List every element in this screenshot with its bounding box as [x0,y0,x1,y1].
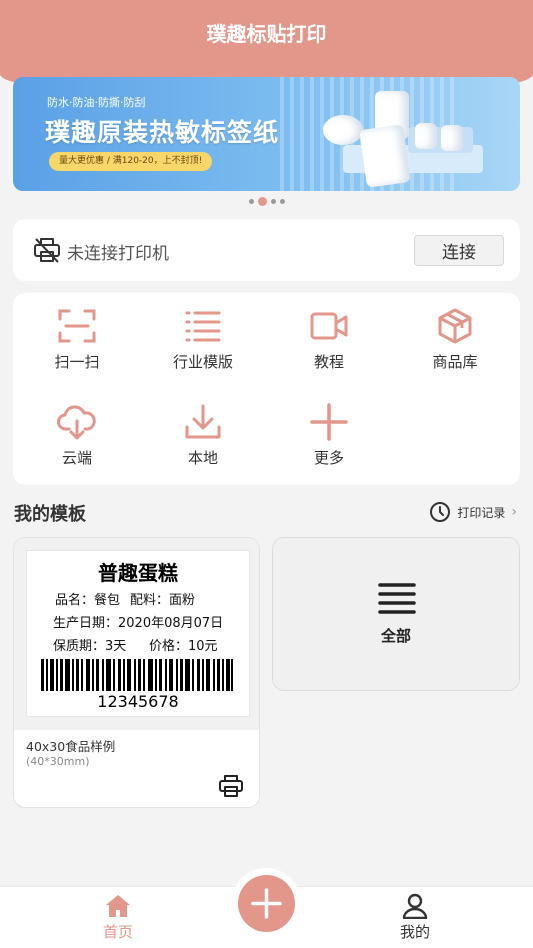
label-roll-image [323,115,363,145]
pagination-dot[interactable] [248,199,254,204]
label-title: 普趣蛋糕 [98,561,178,585]
menu-item-local[interactable]: 本地 [140,403,266,468]
label-preview: 普趣蛋糕 品名：餐包 配料：面粉 生产日期：2020年08月07日 保质期：3天… [26,550,250,717]
menu-item-label: 扫一扫 [54,353,100,371]
menu-item-label: 云端 [61,449,92,467]
label-field-price: 价格：10元 [149,639,218,654]
connect-button[interactable]: 连接 [414,235,504,266]
plus-icon [310,403,348,441]
printer-connection-card: 未连接打印机 连接 [13,219,520,281]
label-roll-image [415,123,437,149]
tab-mine-label: 我的 [399,923,430,941]
banner-title: 璞趣原装热敏标签纸 [45,118,280,147]
menu-item-scan[interactable]: 扫一扫 [14,307,140,372]
menu-item-label: 教程 [313,353,344,371]
menu-item-label: 本地 [187,449,218,467]
barcode-image [41,659,233,691]
function-menu: 扫一扫 行业模版 教程 商品库 云端 本地 更多 [13,293,520,485]
tab-home-label: 首页 [102,923,133,941]
menu-item-label: 商品库 [432,353,478,371]
print-history-link[interactable]: 打印记录 › [429,501,517,523]
scan-icon [58,309,96,343]
menu-item-label: 行业模版 [172,353,233,371]
label-roll-image [441,125,463,151]
menu-item-tutorial[interactable]: 教程 [266,307,392,372]
menu-lines-icon [378,583,416,614]
user-icon [402,893,428,919]
list-icon [185,311,221,342]
label-roll-image [359,124,411,188]
template-preview: 普趣蛋糕 品名：餐包 配料：面粉 生产日期：2020年08月07日 保质期：3天… [14,538,259,730]
clock-icon [430,502,451,522]
pagination-dot-active[interactable] [257,197,267,206]
barcode-number: 12345678 [97,692,179,711]
label-field-date: 生产日期：2020年08月07日 [53,616,224,631]
tab-home[interactable]: 首页 [78,893,158,942]
home-icon [106,895,130,917]
menu-item-cloud[interactable]: 云端 [14,403,140,468]
plus-icon [251,888,282,919]
menu-item-product-library[interactable]: 商品库 [392,307,518,372]
template-name: 40x30食品样例 [26,739,116,754]
template-card[interactable]: 普趣蛋糕 品名：餐包 配料：面粉 生产日期：2020年08月07日 保质期：3天… [13,537,260,808]
printer-status-text: 未连接打印机 [67,244,169,264]
menu-item-label: 更多 [313,449,344,467]
all-templates-card[interactable]: 全部 [272,537,520,691]
label-field-shelf-life: 保质期：3天 [53,639,127,654]
template-size: (40*30mm) [26,755,90,768]
chevron-right-icon: › [511,504,517,520]
print-history-label: 打印记录 [457,505,506,520]
section-title-my-templates: 我的模板 [14,504,86,525]
pagination-dot[interactable] [270,199,276,204]
label-field-name: 品名：餐包 [55,593,121,608]
create-label-button[interactable] [238,875,295,932]
page-title: 璞趣标贴打印 [206,22,327,46]
menu-item-industry-templates[interactable]: 行业模版 [140,307,266,372]
all-templates-label: 全部 [380,627,411,645]
cloud-download-icon [57,405,96,440]
banner-pagination [0,197,533,206]
banner-subtitle: 防水·防油·防撕·防刮 [47,96,146,109]
banner-promo-badge: 量大更优惠 / 满120-20，上不封顶! [49,152,213,171]
download-icon [185,404,221,439]
tab-mine[interactable]: 我的 [375,893,455,942]
menu-item-more[interactable]: 更多 [266,403,392,468]
label-field-ingredients: 配料：面粉 [130,593,196,608]
promo-banner[interactable]: 防水·防油·防撕·防刮 璞趣原装热敏标签纸 量大更优惠 / 满120-20，上不… [13,77,520,191]
print-icon[interactable] [218,774,244,802]
printer-disconnected-icon [33,237,61,267]
box-icon [438,308,472,344]
pagination-dot[interactable] [279,199,285,204]
video-icon [310,312,348,340]
